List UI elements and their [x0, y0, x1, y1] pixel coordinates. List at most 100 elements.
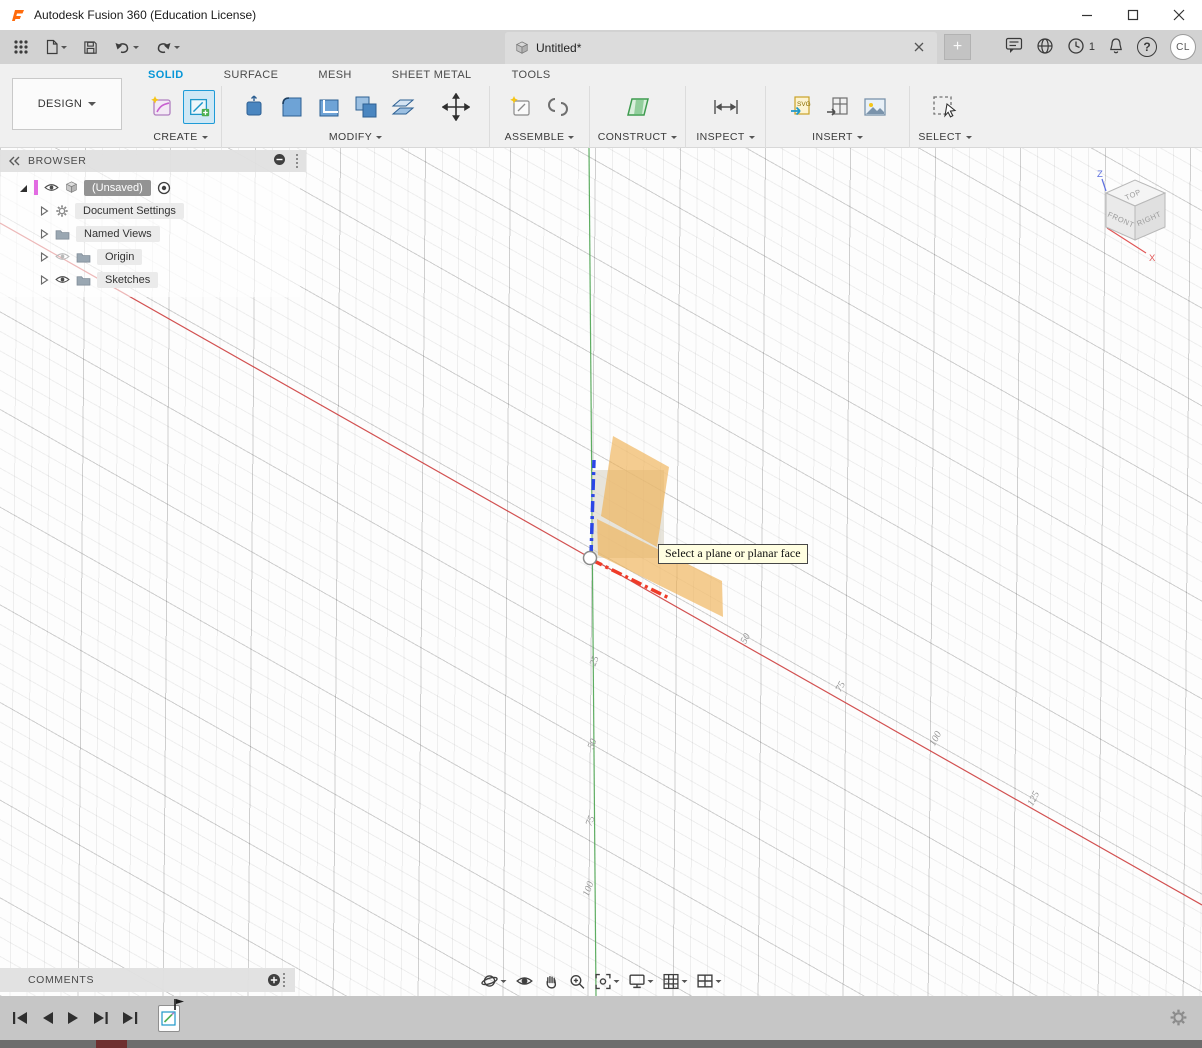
web-globe-icon[interactable]	[1036, 37, 1054, 58]
group-insert: SVG	[766, 86, 910, 148]
orbit-button[interactable]	[481, 972, 507, 990]
save-button[interactable]	[78, 36, 103, 59]
create-form-icon[interactable]	[146, 90, 178, 124]
hidden-eye-icon[interactable]	[55, 251, 70, 262]
canvas-image-icon[interactable]	[859, 90, 891, 124]
close-tab-icon[interactable]	[911, 38, 927, 58]
design-workspace-dropdown[interactable]: DESIGN	[12, 78, 122, 130]
create-label: CREATE	[153, 131, 197, 143]
close-button[interactable]	[1156, 0, 1202, 30]
browser-title: BROWSER	[28, 155, 86, 167]
expand-caret-icon[interactable]	[40, 206, 49, 216]
minimize-button[interactable]	[1064, 0, 1110, 30]
go-to-end-button[interactable]	[122, 1011, 138, 1025]
item-label[interactable]: Origin	[97, 249, 142, 265]
step-back-button[interactable]	[41, 1011, 54, 1025]
activate-component-radio-icon[interactable]	[157, 181, 171, 195]
measure-icon[interactable]	[710, 90, 742, 124]
undo-button[interactable]	[109, 36, 144, 59]
help-icon[interactable]: ?	[1137, 37, 1157, 57]
tab-mesh[interactable]: MESH	[318, 69, 351, 81]
insert-dropdown[interactable]: INSERT	[812, 131, 863, 143]
expand-caret-icon[interactable]	[40, 229, 49, 239]
select-icon[interactable]	[929, 90, 961, 124]
pan-button[interactable]	[543, 973, 560, 990]
collapse-arrow-icon[interactable]	[18, 183, 28, 193]
play-button[interactable]	[67, 1011, 80, 1025]
item-label[interactable]: Named Views	[76, 226, 160, 242]
maximize-button[interactable]	[1110, 0, 1156, 30]
insert-mesh-icon[interactable]	[822, 90, 854, 124]
panel-grip[interactable]	[283, 973, 287, 987]
redo-button[interactable]	[150, 36, 185, 59]
expand-caret-icon[interactable]	[40, 252, 49, 262]
tab-sheet-metal[interactable]: SHEET METAL	[392, 69, 472, 81]
insert-svg-icon[interactable]: SVG	[785, 90, 817, 124]
grid-settings-icon	[663, 973, 680, 990]
inspect-dropdown[interactable]: INSPECT	[696, 131, 754, 143]
browser-item-sketches[interactable]: Sketches	[0, 268, 300, 291]
user-avatar[interactable]: CL	[1170, 34, 1196, 60]
folder-icon	[76, 251, 91, 263]
tab-tools[interactable]: TOOLS	[512, 69, 551, 81]
tab-surface[interactable]: SURFACE	[224, 69, 279, 81]
view-cube[interactable]: TOP FRONT RIGHT Z X	[1097, 169, 1165, 264]
offset-face-icon[interactable]	[387, 90, 419, 124]
grid-settings-button[interactable]	[663, 973, 688, 990]
move-copy-icon[interactable]	[440, 90, 472, 124]
item-label[interactable]: Document Settings	[75, 203, 184, 219]
zoom-button[interactable]	[569, 973, 586, 990]
add-comment-icon[interactable]	[267, 973, 281, 987]
look-at-button[interactable]	[516, 973, 534, 989]
document-cube-icon	[515, 41, 529, 55]
create-sketch-button[interactable]	[183, 90, 215, 124]
assemble-dropdown[interactable]: ASSEMBLE	[505, 131, 575, 143]
tab-solid[interactable]: SOLID	[148, 69, 184, 81]
timeline-marker-flag[interactable]	[173, 998, 185, 1011]
eye-icon[interactable]	[55, 274, 70, 285]
expand-caret-icon[interactable]	[40, 275, 49, 285]
viewports-button[interactable]	[697, 973, 722, 989]
new-component-icon[interactable]	[505, 90, 537, 124]
browser-item-document-settings[interactable]: Document Settings	[0, 199, 300, 222]
modify-dropdown[interactable]: MODIFY	[329, 131, 382, 143]
item-label[interactable]: Sketches	[97, 272, 158, 288]
group-construct: CONSTRUCT	[590, 86, 686, 148]
document-tab[interactable]: Untitled*	[505, 32, 937, 64]
comments-panel[interactable]: COMMENTS	[0, 968, 295, 992]
timeline-sketch-feature[interactable]	[158, 1005, 180, 1032]
file-menu-button[interactable]	[40, 35, 72, 59]
new-tab-button[interactable]: +	[944, 34, 971, 60]
go-to-start-button[interactable]	[12, 1011, 28, 1025]
document-root-label[interactable]: (Unsaved)	[84, 180, 151, 196]
question-glyph: ?	[1143, 40, 1150, 54]
fillet-icon[interactable]	[276, 90, 308, 124]
viewport[interactable]: 25 50 75 100 50 75 100 125 TOP FRONT RIG…	[0, 148, 1202, 996]
document-tab-title: Untitled*	[536, 41, 581, 55]
fit-button[interactable]	[595, 973, 620, 990]
panel-grip[interactable]	[296, 154, 300, 168]
browser-root-row[interactable]: (Unsaved)	[0, 176, 300, 199]
joint-icon[interactable]	[542, 90, 574, 124]
eye-icon[interactable]	[44, 182, 59, 193]
construction-plane-icon[interactable]	[622, 90, 654, 124]
comment-bubble-icon[interactable]	[1005, 37, 1023, 57]
create-dropdown[interactable]: CREATE	[153, 131, 207, 143]
timeline-options-gear-icon[interactable]	[1169, 1008, 1188, 1027]
origin-point[interactable]	[584, 552, 597, 565]
select-dropdown[interactable]: SELECT	[918, 131, 971, 143]
display-settings-button[interactable]	[629, 973, 654, 989]
collapse-all-icon[interactable]	[273, 153, 286, 169]
collapse-panel-chevrons-icon[interactable]	[8, 156, 20, 166]
job-status-clock-icon[interactable]	[1067, 37, 1085, 58]
shell-icon[interactable]	[313, 90, 345, 124]
press-pull-icon[interactable]	[239, 90, 271, 124]
browser-item-named-views[interactable]: Named Views	[0, 222, 300, 245]
app-grid-menu-button[interactable]	[8, 35, 34, 59]
browser-item-origin[interactable]: Origin	[0, 245, 300, 268]
plus-icon: +	[953, 38, 962, 56]
step-forward-button[interactable]	[93, 1011, 109, 1025]
construct-dropdown[interactable]: CONSTRUCT	[598, 131, 678, 143]
combine-icon[interactable]	[350, 90, 382, 124]
notifications-bell-icon[interactable]	[1108, 37, 1124, 58]
